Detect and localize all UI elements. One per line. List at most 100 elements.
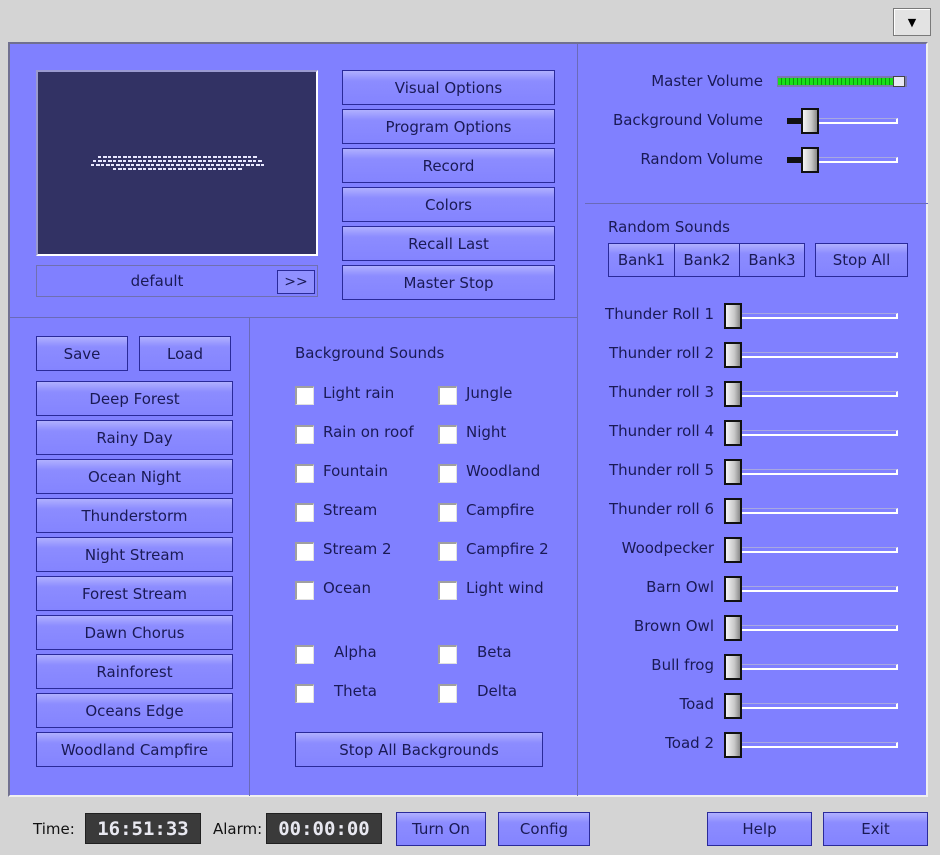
background-sound-option[interactable]: Ocean — [295, 579, 425, 601]
visual-options-button[interactable]: Visual Options — [342, 70, 555, 105]
random-sound-slider[interactable] — [724, 381, 898, 407]
preset-button[interactable]: Deep Forest — [36, 381, 233, 416]
random-sound-slider[interactable] — [724, 420, 898, 446]
background-sound-option[interactable]: Light rain — [295, 384, 425, 406]
random-sound-slider[interactable] — [724, 576, 898, 602]
random-sound-track[interactable] — [724, 469, 898, 475]
random-sound-thumb[interactable] — [724, 576, 742, 602]
help-button[interactable]: Help — [707, 812, 812, 846]
preset-button[interactable]: Thunderstorm — [36, 498, 233, 533]
background-sound-option[interactable]: Light wind — [438, 579, 568, 601]
checkbox[interactable] — [295, 581, 314, 600]
random-sound-track[interactable] — [724, 586, 898, 592]
random-sound-thumb[interactable] — [724, 420, 742, 446]
config-button[interactable]: Config — [498, 812, 590, 846]
random-sound-slider[interactable] — [724, 732, 898, 758]
checkbox[interactable] — [438, 581, 457, 600]
master-volume-knob[interactable] — [893, 76, 905, 87]
random-sound-thumb[interactable] — [724, 615, 742, 641]
random-sound-track[interactable] — [724, 352, 898, 358]
bank3-button[interactable]: Bank3 — [740, 244, 804, 276]
background-sound-option[interactable]: Delta — [438, 682, 568, 704]
background-sound-option[interactable]: Stream 2 — [295, 540, 425, 562]
master-volume-meter[interactable] — [777, 76, 907, 87]
checkbox[interactable] — [295, 425, 314, 444]
checkbox[interactable] — [295, 684, 314, 703]
checkbox[interactable] — [295, 542, 314, 561]
checkbox[interactable] — [438, 464, 457, 483]
preset-button[interactable]: Rainy Day — [36, 420, 233, 455]
checkbox[interactable] — [295, 503, 314, 522]
random-sound-track[interactable] — [724, 430, 898, 436]
bank1-button[interactable]: Bank1 — [609, 244, 675, 276]
background-sound-option[interactable]: Jungle — [438, 384, 568, 406]
checkbox[interactable] — [438, 425, 457, 444]
checkbox[interactable] — [438, 684, 457, 703]
background-sound-option[interactable]: Rain on roof — [295, 423, 425, 445]
random-sound-thumb[interactable] — [724, 459, 742, 485]
colors-button[interactable]: Colors — [342, 187, 555, 222]
preset-button[interactable]: Night Stream — [36, 537, 233, 572]
random-sound-thumb[interactable] — [724, 654, 742, 680]
background-volume-slider[interactable] — [787, 108, 898, 134]
background-sound-option[interactable]: Beta — [438, 643, 568, 665]
stop-all-backgrounds-button[interactable]: Stop All Backgrounds — [295, 732, 543, 767]
random-sound-thumb[interactable] — [724, 537, 742, 563]
turn-on-button[interactable]: Turn On — [396, 812, 486, 846]
preset-button[interactable]: Dawn Chorus — [36, 615, 233, 650]
preset-button[interactable]: Oceans Edge — [36, 693, 233, 728]
preset-button[interactable]: Woodland Campfire — [36, 732, 233, 767]
recall-last-button[interactable]: Recall Last — [342, 226, 555, 261]
random-sound-thumb[interactable] — [724, 342, 742, 368]
random-sound-thumb[interactable] — [724, 381, 742, 407]
save-preset-button[interactable]: Save — [36, 336, 128, 371]
program-options-button[interactable]: Program Options — [342, 109, 555, 144]
exit-button[interactable]: Exit — [823, 812, 928, 846]
checkbox[interactable] — [295, 645, 314, 664]
master-stop-button[interactable]: Master Stop — [342, 265, 555, 300]
random-sound-slider[interactable] — [724, 693, 898, 719]
background-sound-option[interactable]: Campfire 2 — [438, 540, 568, 562]
alarm-display[interactable]: 00:00:00 — [266, 813, 382, 844]
checkbox[interactable] — [438, 386, 457, 405]
random-sound-thumb[interactable] — [724, 303, 742, 329]
random-sound-slider[interactable] — [724, 537, 898, 563]
random-sound-slider[interactable] — [724, 654, 898, 680]
random-sound-slider[interactable] — [724, 615, 898, 641]
background-sound-option[interactable]: Alpha — [295, 643, 425, 665]
background-sound-option[interactable]: Stream — [295, 501, 425, 523]
random-sound-track[interactable] — [724, 547, 898, 553]
checkbox[interactable] — [438, 503, 457, 522]
background-sound-option[interactable]: Campfire — [438, 501, 568, 523]
random-sound-track[interactable] — [724, 508, 898, 514]
checkbox[interactable] — [295, 386, 314, 405]
random-sound-slider[interactable] — [724, 342, 898, 368]
background-sound-option[interactable]: Woodland — [438, 462, 568, 484]
random-sound-slider[interactable] — [724, 498, 898, 524]
random-volume-thumb[interactable] — [801, 147, 819, 173]
random-sound-track[interactable] — [724, 391, 898, 397]
random-sound-slider[interactable] — [724, 459, 898, 485]
background-volume-thumb[interactable] — [801, 108, 819, 134]
checkbox[interactable] — [438, 645, 457, 664]
random-sound-track[interactable] — [724, 703, 898, 709]
random-sound-track[interactable] — [724, 664, 898, 670]
random-sound-thumb[interactable] — [724, 693, 742, 719]
bank2-button[interactable]: Bank2 — [675, 244, 740, 276]
random-volume-slider[interactable] — [787, 147, 898, 173]
preset-button[interactable]: Forest Stream — [36, 576, 233, 611]
checkbox[interactable] — [438, 542, 457, 561]
background-sound-option[interactable]: Fountain — [295, 462, 425, 484]
preset-button[interactable]: Ocean Night — [36, 459, 233, 494]
random-sound-track[interactable] — [724, 625, 898, 631]
background-sound-option[interactable]: Night — [438, 423, 568, 445]
window-menu-button[interactable]: ▼ — [893, 8, 931, 36]
random-sound-slider[interactable] — [724, 303, 898, 329]
record-button[interactable]: Record — [342, 148, 555, 183]
checkbox[interactable] — [295, 464, 314, 483]
random-sound-thumb[interactable] — [724, 498, 742, 524]
random-sound-track[interactable] — [724, 313, 898, 319]
random-sound-thumb[interactable] — [724, 732, 742, 758]
background-sound-option[interactable]: Theta — [295, 682, 425, 704]
preset-button[interactable]: Rainforest — [36, 654, 233, 689]
